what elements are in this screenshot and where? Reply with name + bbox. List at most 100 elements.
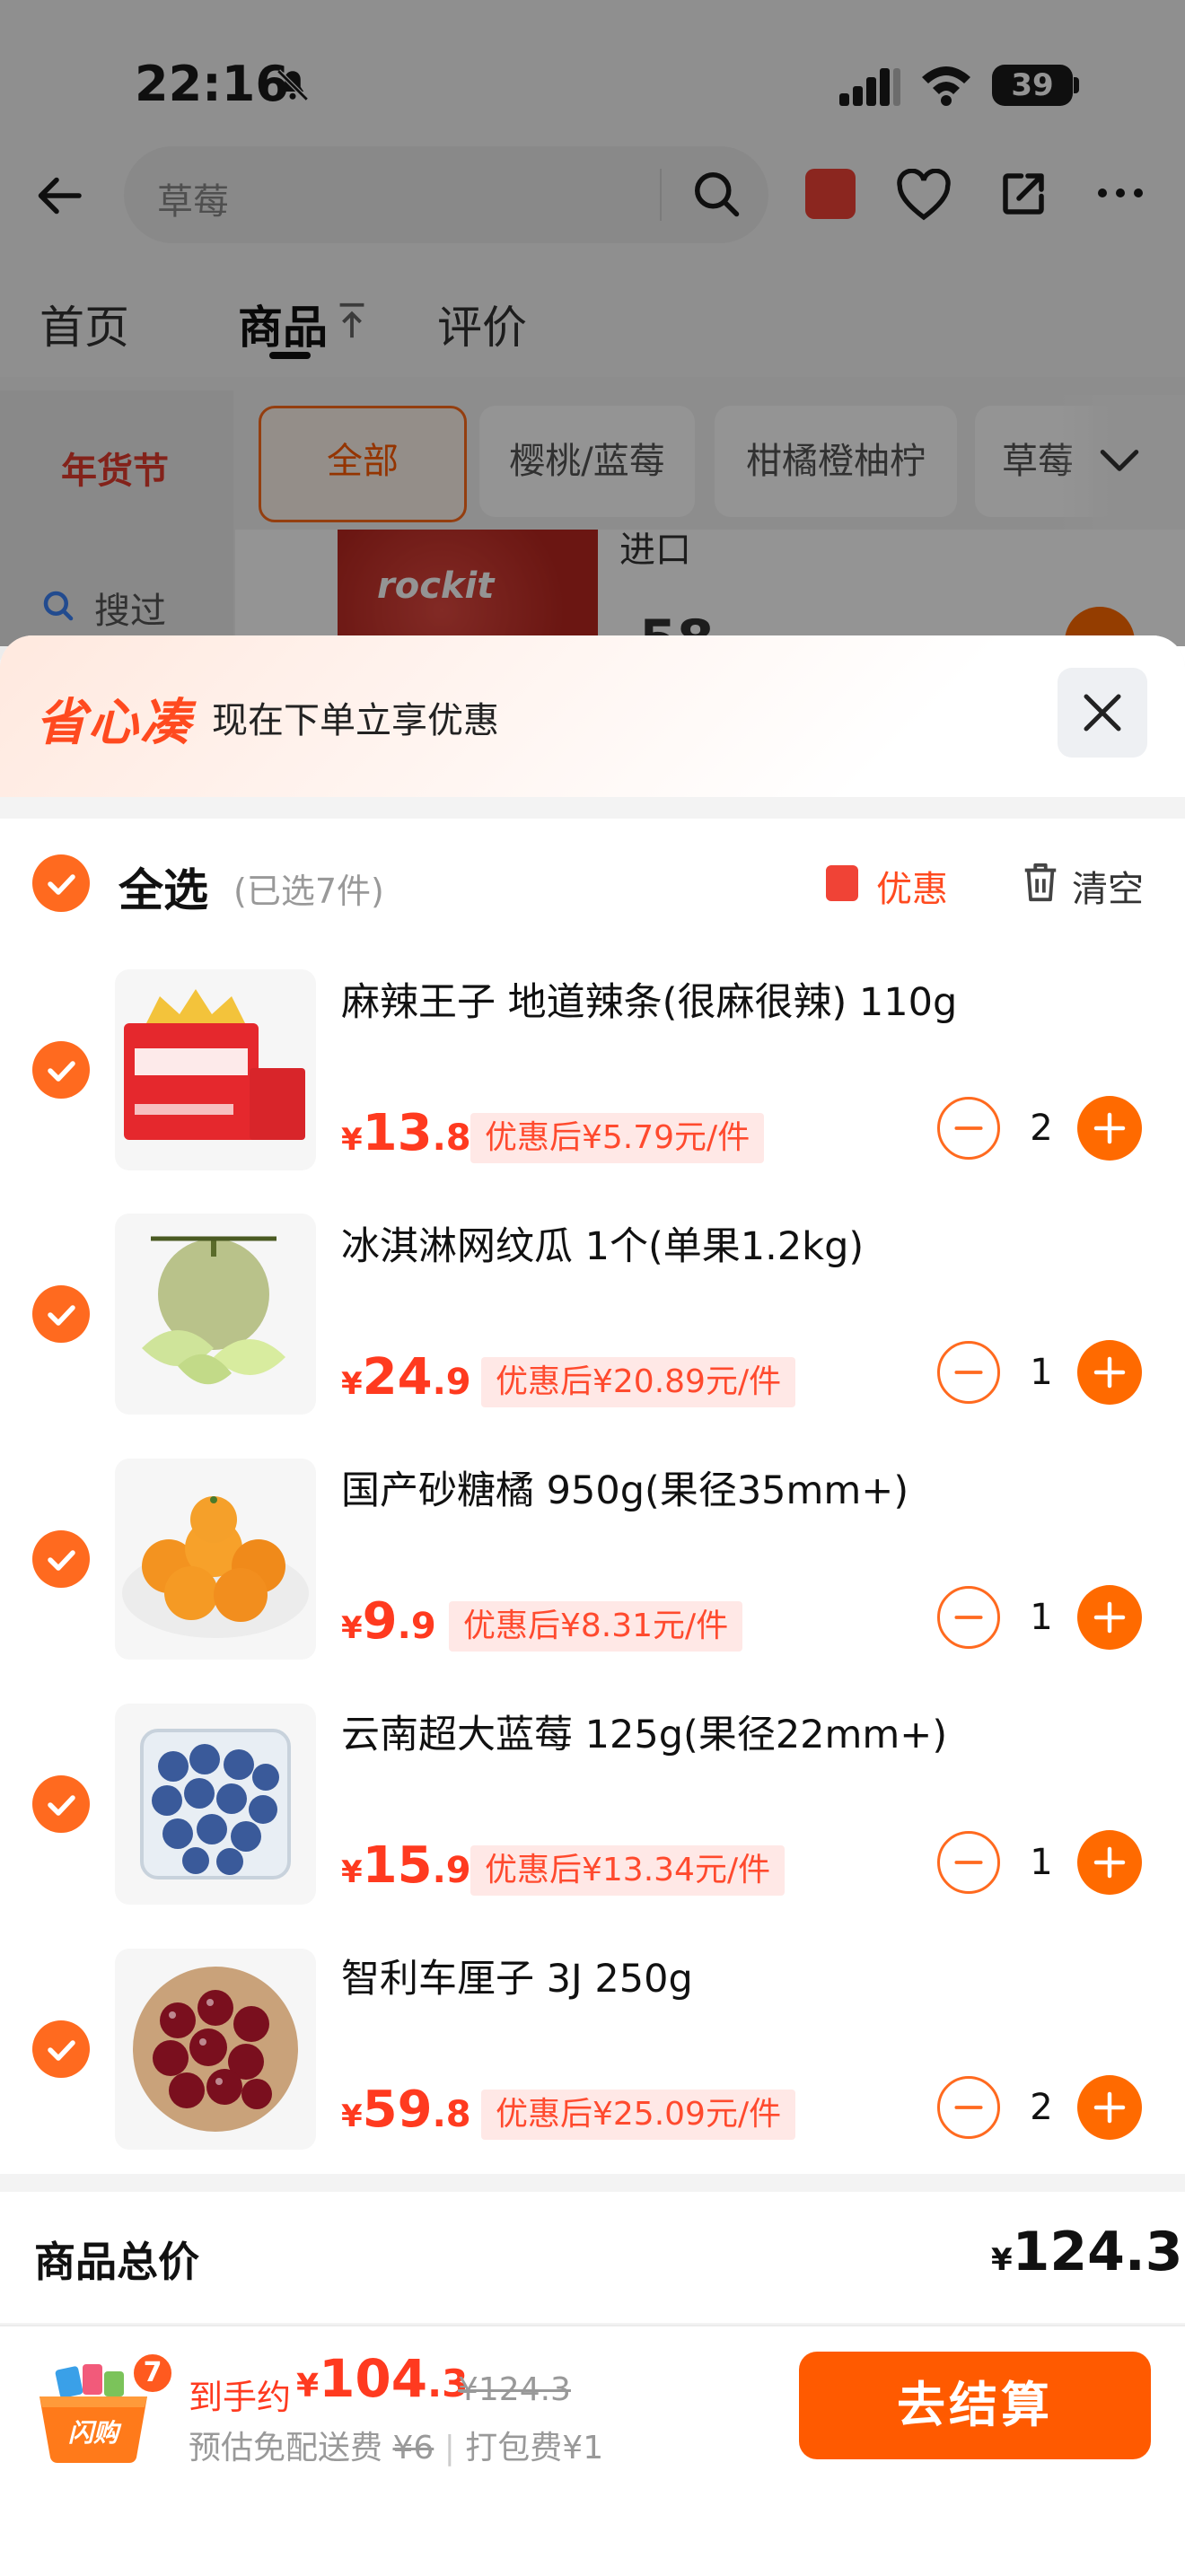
item-price-int: 9 — [362, 1592, 398, 1651]
item-price-int: 59 — [362, 2081, 433, 2139]
currency-symbol: ¥ — [296, 2368, 320, 2405]
product-image-spicy-strip[interactable] — [115, 969, 316, 1170]
decrease-qty-button[interactable] — [937, 1586, 1000, 1649]
checkmark-icon — [48, 2040, 75, 2061]
item-checkbox[interactable] — [32, 1285, 90, 1343]
minus-icon — [954, 1126, 983, 1130]
item-price-int: 24 — [362, 1348, 433, 1406]
selected-count: (已选7件) — [233, 872, 384, 911]
decrease-qty-button[interactable] — [937, 1341, 1000, 1404]
estimated-label: 到手约 — [189, 2378, 292, 2417]
discount-badge: 优惠后¥5.79元/件 — [470, 1113, 765, 1163]
item-price-dec: .8 — [432, 1117, 471, 1159]
item-price-dec: .9 — [432, 1850, 471, 1891]
quantity-value[interactable]: 1 — [1014, 1597, 1068, 1638]
item-checkbox[interactable] — [32, 1041, 90, 1099]
modal-backdrop[interactable] — [0, 0, 1185, 646]
currency-symbol: ¥ — [341, 1610, 363, 1646]
minus-icon — [954, 2106, 983, 2109]
plus-icon — [1093, 1356, 1126, 1389]
product-image-blueberries[interactable] — [115, 1704, 316, 1905]
quantity-value[interactable]: 2 — [1014, 1108, 1068, 1149]
item-title[interactable]: 国产砂糖橘 950g(果径35mm+) — [341, 1459, 908, 1515]
item-checkbox[interactable] — [32, 2020, 90, 2078]
estimated-price: ¥104.3 — [296, 2348, 468, 2409]
currency-symbol: ¥ — [341, 1366, 363, 1402]
promo-text: 现在下单立享优惠 — [212, 700, 499, 741]
brand-logo: 省心凑 — [36, 694, 192, 752]
quantity-value[interactable]: 1 — [1014, 1842, 1068, 1883]
increase-qty-button[interactable] — [1077, 2075, 1142, 2140]
plus-icon — [1093, 1112, 1126, 1144]
item-title[interactable]: 云南超大蓝莓 125g(果径22mm+) — [341, 1704, 947, 1759]
currency-symbol: ¥ — [341, 1854, 363, 1890]
melon-image — [142, 1236, 285, 1385]
item-title[interactable]: 麻辣王子 地道辣条(很麻很辣) 110g — [341, 971, 957, 1027]
currency-symbol: ¥ — [991, 2242, 1013, 2278]
coupon-button[interactable]: 优惠 — [876, 860, 948, 912]
checkmark-icon — [48, 874, 75, 895]
coupon-icon[interactable] — [826, 865, 858, 901]
item-price: ¥15.9 — [341, 1836, 471, 1895]
item-price-int: 15 — [362, 1836, 433, 1895]
plus-icon — [1093, 2091, 1126, 2124]
mandarins-image — [122, 1496, 309, 1638]
checkmark-icon — [48, 1061, 75, 1082]
item-price-dec: .9 — [432, 1362, 471, 1403]
minus-icon — [954, 1371, 983, 1374]
item-price: ¥13.8 — [341, 1104, 471, 1162]
select-all-label[interactable]: 全选 — [118, 854, 208, 919]
plus-icon — [1093, 1846, 1126, 1879]
discount-badge: 优惠后¥20.89元/件 — [481, 1357, 796, 1407]
checkmark-icon — [48, 1550, 75, 1571]
close-icon — [1084, 694, 1121, 732]
item-title[interactable]: 智利车厘子 3J 250g — [341, 1948, 693, 2003]
currency-symbol: ¥ — [341, 2098, 363, 2134]
select-all-checkbox[interactable] — [32, 854, 90, 912]
item-price-dec: .9 — [397, 1606, 436, 1647]
trash-icon[interactable] — [1020, 860, 1061, 905]
cherries-image — [133, 1967, 298, 2132]
delivery-info: 预估免配送费 ¥6 | 打包费¥1 — [189, 2430, 604, 2466]
increase-qty-button[interactable] — [1077, 1340, 1142, 1405]
clear-button[interactable]: 清空 — [1072, 860, 1144, 912]
original-price: ¥124.3 — [458, 2371, 571, 2408]
item-price: ¥59.8 — [341, 2081, 471, 2139]
currency-symbol: ¥ — [341, 1122, 363, 1158]
checkout-button[interactable]: 去结算 — [799, 2352, 1151, 2459]
decrease-qty-button[interactable] — [937, 1831, 1000, 1894]
total-price: ¥124.3 — [991, 2221, 1182, 2283]
item-price-int: 13 — [362, 1104, 433, 1162]
decrease-qty-button[interactable] — [937, 1097, 1000, 1160]
product-image-mandarins[interactable] — [115, 1459, 316, 1660]
quantity-value[interactable]: 1 — [1014, 1352, 1068, 1393]
product-image-cherries[interactable] — [115, 1949, 316, 2150]
delivery-prefix: 预估免配送费 — [189, 2430, 383, 2466]
packing-fee: 打包费¥1 — [465, 2430, 604, 2466]
checkmark-icon — [48, 1305, 75, 1326]
estimated-price-int: 104 — [319, 2348, 428, 2409]
cart-count-badge: 7 — [131, 2352, 174, 2395]
item-price: ¥9.9 — [341, 1592, 436, 1651]
total-label: 商品总价 — [34, 2238, 199, 2286]
item-checkbox[interactable] — [32, 1530, 90, 1588]
increase-qty-button[interactable] — [1077, 1585, 1142, 1650]
discount-badge: 优惠后¥8.31元/件 — [449, 1601, 743, 1652]
minus-icon — [954, 1616, 983, 1619]
cart-label: 闪购 — [68, 2418, 122, 2448]
item-title[interactable]: 冰淇淋网纹瓜 1个(单果1.2kg) — [341, 1215, 864, 1271]
item-price-dec: .8 — [432, 2094, 471, 2135]
discount-badge: 优惠后¥13.34元/件 — [470, 1845, 786, 1896]
delivery-original-fee: ¥6 — [392, 2430, 434, 2466]
item-checkbox[interactable] — [32, 1775, 90, 1833]
close-button[interactable] — [1058, 668, 1147, 758]
quantity-value[interactable]: 2 — [1014, 2087, 1068, 2128]
increase-qty-button[interactable] — [1077, 1096, 1142, 1161]
spicy-strip-pack-image — [124, 989, 305, 1140]
decrease-qty-button[interactable] — [937, 2076, 1000, 2139]
minus-icon — [954, 1861, 983, 1864]
increase-qty-button[interactable] — [1077, 1830, 1142, 1895]
product-image-melon[interactable] — [115, 1214, 316, 1415]
item-price: ¥24.9 — [341, 1348, 471, 1406]
total-value: 124.3 — [1012, 2221, 1183, 2283]
